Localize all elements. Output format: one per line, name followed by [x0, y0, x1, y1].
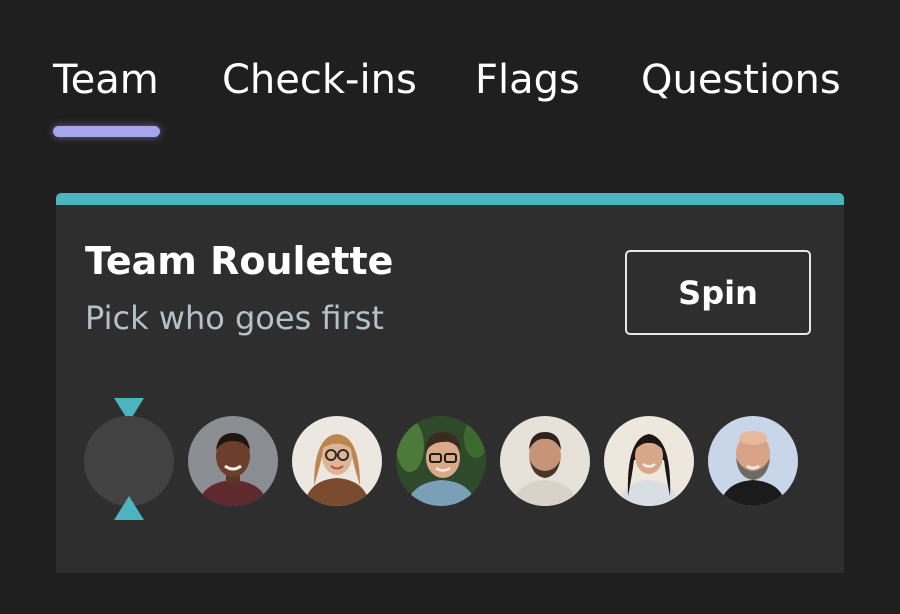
team-roulette-card: Team Roulette Pick who goes first Spin: [56, 193, 844, 573]
avatar-man-glasses[interactable]: [396, 416, 486, 506]
avatar-man-beard[interactable]: [500, 416, 590, 506]
tab-team[interactable]: Team: [53, 56, 159, 104]
roulette-selection-slot: [84, 416, 174, 506]
tab-flags[interactable]: Flags: [475, 56, 580, 104]
card-accent-bar: [56, 193, 844, 205]
avatar-man-short-hair[interactable]: [188, 416, 278, 506]
card-subtitle: Pick who goes first: [85, 299, 384, 337]
avatar-man-bald-beard[interactable]: [708, 416, 798, 506]
card-title: Team Roulette: [85, 239, 394, 283]
pointer-up-icon: [114, 496, 144, 520]
tab-questions[interactable]: Questions: [641, 56, 841, 104]
avatar-woman-glasses[interactable]: [292, 416, 382, 506]
avatar-woman-long-hair[interactable]: [604, 416, 694, 506]
selected-tab-indicator: [53, 126, 160, 137]
tab-check-ins[interactable]: Check-ins: [222, 56, 417, 104]
spin-button[interactable]: Spin: [625, 250, 811, 335]
tab-bar: Team Check-ins Flags Questions: [0, 0, 900, 150]
